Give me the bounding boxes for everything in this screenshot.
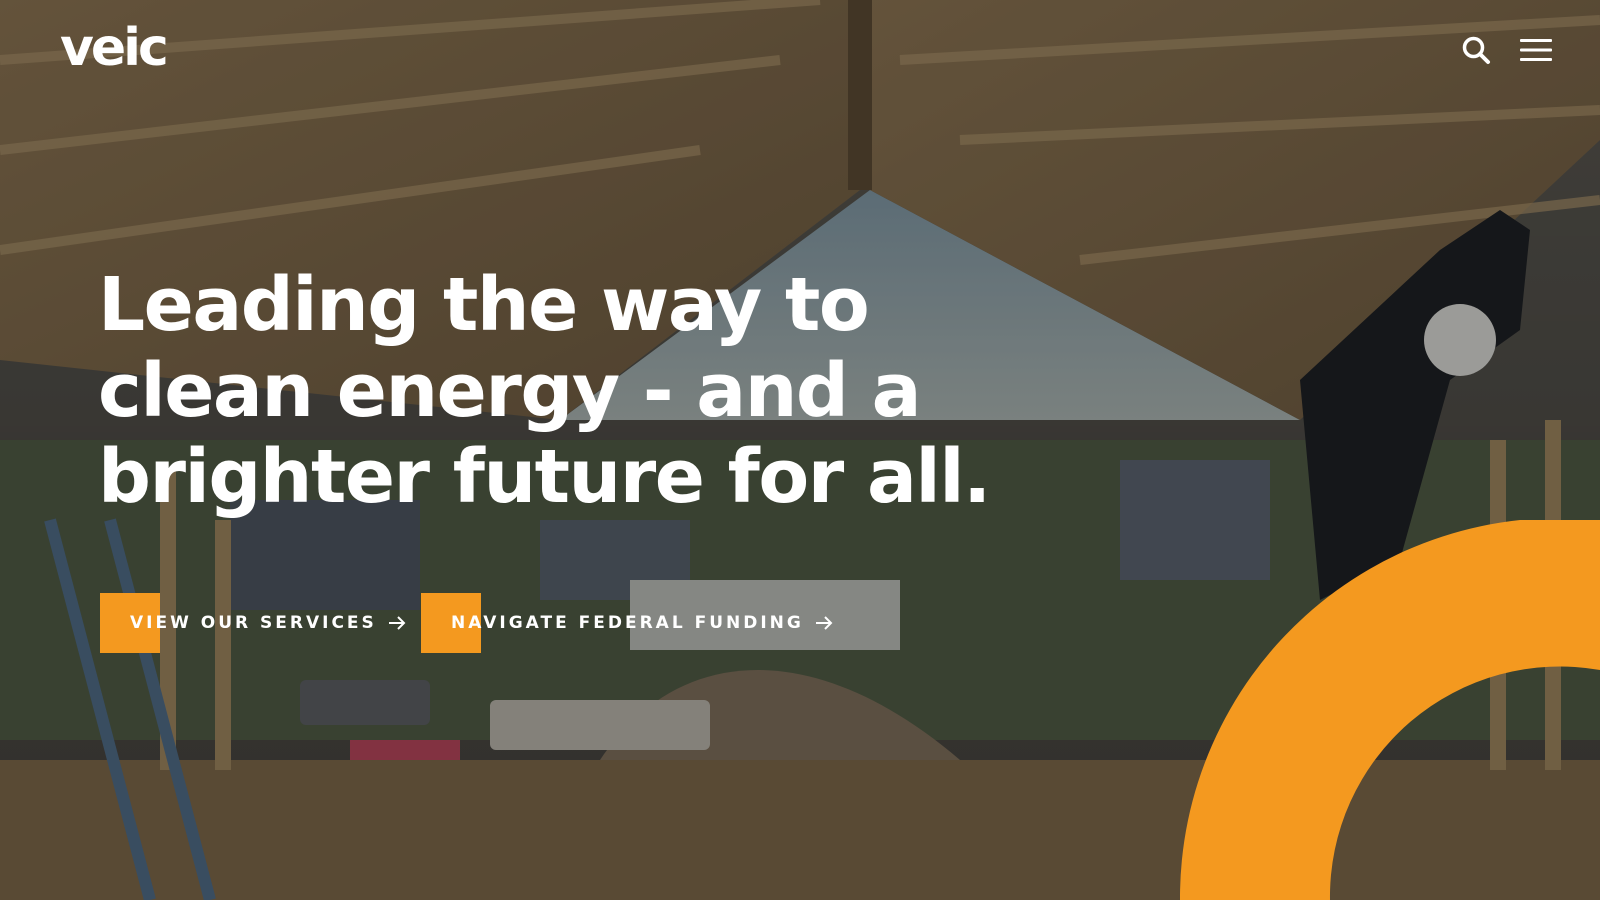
hero-section: veic Leading the way to clean energy - a… [0, 0, 1600, 900]
hero-headline: Leading the way to clean energy - and a … [98, 262, 998, 520]
headline-line: brighter future for all. [98, 434, 991, 520]
arrow-right-icon [388, 616, 406, 630]
search-icon [1462, 36, 1490, 64]
headline-line: Leading the way to [98, 262, 870, 348]
arrow-right-icon [815, 616, 833, 630]
site-logo[interactable]: veic [60, 22, 169, 74]
decorative-orange-arc [1180, 520, 1600, 900]
menu-button[interactable] [1516, 30, 1556, 70]
hamburger-menu-icon [1520, 39, 1552, 61]
navigate-federal-funding-button[interactable]: NAVIGATE FEDERAL FUNDING [421, 593, 834, 653]
view-our-services-button[interactable]: VIEW OUR SERVICES [100, 593, 407, 653]
cta-label: VIEW OUR SERVICES [130, 613, 377, 633]
cta-label: NAVIGATE FEDERAL FUNDING [451, 613, 804, 633]
search-button[interactable] [1456, 30, 1496, 70]
headline-line: clean energy - and a [98, 348, 922, 434]
